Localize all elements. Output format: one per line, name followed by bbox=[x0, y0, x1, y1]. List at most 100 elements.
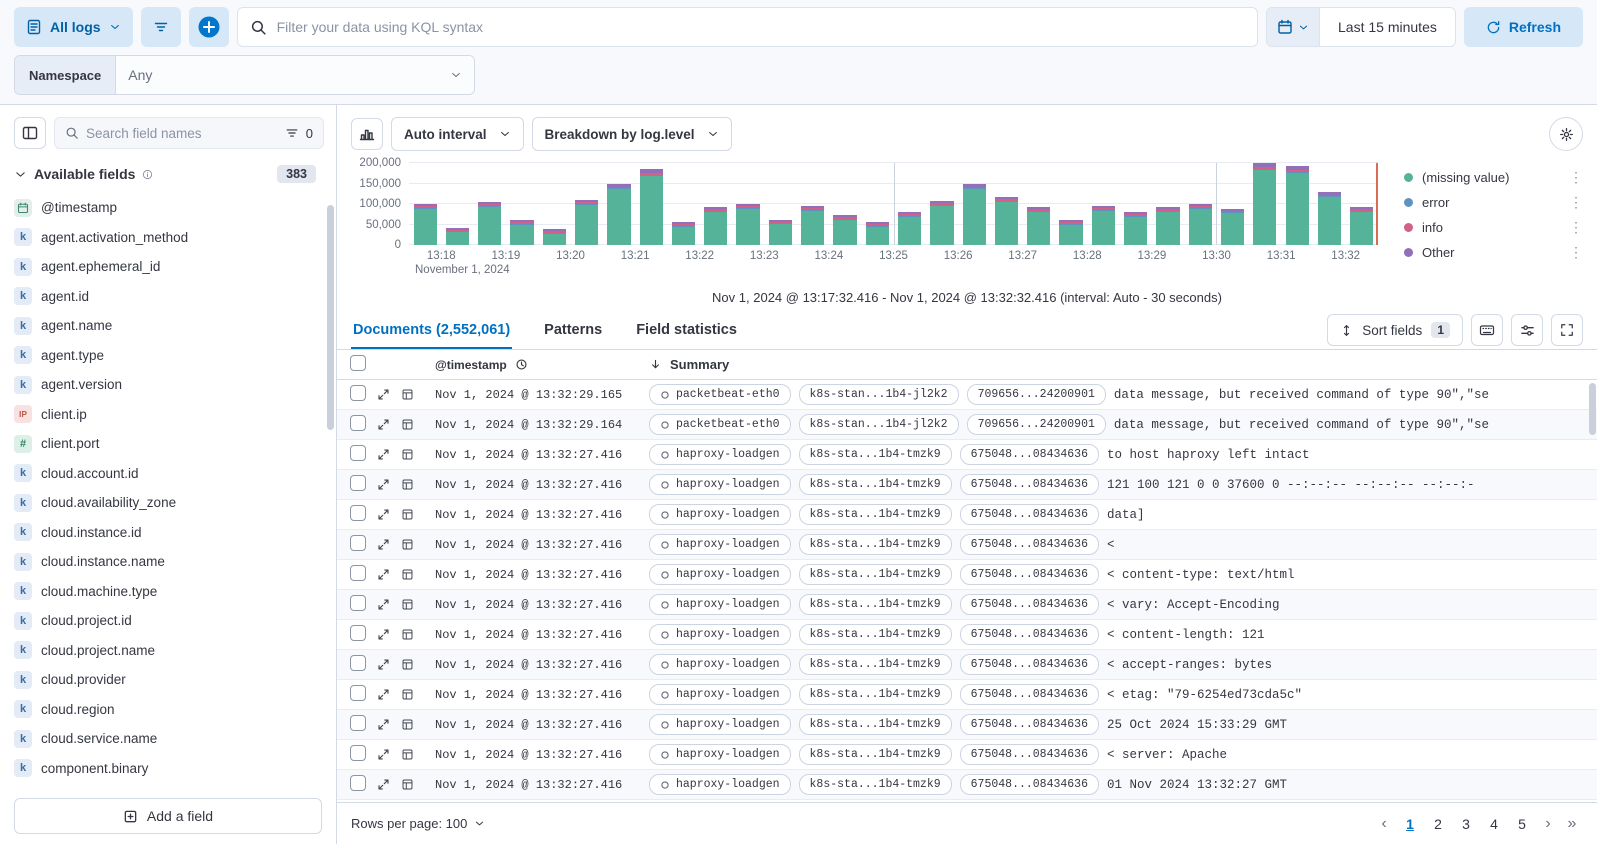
display-options-button[interactable] bbox=[1511, 314, 1543, 346]
summary-badge[interactable]: haproxy-loadgen bbox=[649, 744, 791, 765]
table-scrollbar[interactable] bbox=[1589, 383, 1596, 435]
summary-badge[interactable]: k8s-sta...1b4-tmzk9 bbox=[799, 474, 952, 495]
summary-badge[interactable]: k8s-sta...1b4-tmzk9 bbox=[799, 564, 952, 585]
row-checkbox[interactable] bbox=[350, 415, 366, 431]
tab-field-statistics[interactable]: Field statistics bbox=[634, 311, 739, 349]
legend-item-menu-icon[interactable]: ⋮ bbox=[1563, 165, 1589, 190]
summary-badge[interactable]: haproxy-loadgen bbox=[649, 444, 791, 465]
expand-row-icon[interactable] bbox=[377, 568, 390, 581]
histogram-bar[interactable] bbox=[1346, 163, 1378, 245]
histogram-bar[interactable] bbox=[700, 163, 732, 245]
field-item-component-binary[interactable]: kcomponent.binary bbox=[14, 754, 324, 784]
histogram-bar[interactable] bbox=[829, 163, 861, 245]
histogram-bar[interactable] bbox=[409, 163, 441, 245]
sort-descending-icon[interactable] bbox=[649, 358, 662, 371]
field-item-cloud-instance-id[interactable]: kcloud.instance.id bbox=[14, 518, 324, 548]
keyboard-shortcuts-button[interactable] bbox=[1471, 314, 1503, 346]
expand-row-icon[interactable] bbox=[377, 508, 390, 521]
field-item-agent-version[interactable]: kagent.version bbox=[14, 370, 324, 400]
legend-item-menu-icon[interactable]: ⋮ bbox=[1563, 215, 1589, 240]
histogram-bar[interactable] bbox=[1087, 163, 1119, 245]
view-document-icon[interactable] bbox=[401, 538, 414, 551]
summary-badge[interactable]: 709656...24200901 bbox=[967, 414, 1106, 435]
summary-badge[interactable]: k8s-sta...1b4-tmzk9 bbox=[799, 504, 952, 525]
field-item-cloud-project-name[interactable]: kcloud.project.name bbox=[14, 636, 324, 666]
field-filter-icon[interactable] bbox=[285, 126, 299, 140]
row-checkbox[interactable] bbox=[350, 385, 366, 401]
histogram-bar[interactable] bbox=[1184, 163, 1216, 245]
time-range-button[interactable]: Last 15 minutes bbox=[1320, 8, 1455, 46]
summary-badge[interactable]: k8s-sta...1b4-tmzk9 bbox=[799, 654, 952, 675]
field-item-client-ip[interactable]: IPclient.ip bbox=[14, 400, 324, 430]
summary-badge[interactable]: haproxy-loadgen bbox=[649, 594, 791, 615]
field-item-agent-type[interactable]: kagent.type bbox=[14, 341, 324, 371]
histogram-bar[interactable] bbox=[538, 163, 570, 245]
histogram-bar[interactable] bbox=[441, 163, 473, 245]
field-item-agent-id[interactable]: kagent.id bbox=[14, 282, 324, 312]
summary-badge[interactable]: k8s-sta...1b4-tmzk9 bbox=[799, 744, 952, 765]
histogram-bar[interactable] bbox=[603, 163, 635, 245]
field-item-agent-ephemeral-id[interactable]: kagent.ephemeral_id bbox=[14, 252, 324, 282]
refresh-button[interactable]: Refresh bbox=[1464, 7, 1583, 47]
view-document-icon[interactable] bbox=[401, 568, 414, 581]
summary-badge[interactable]: 675048...08434636 bbox=[960, 444, 1099, 465]
summary-badge[interactable]: 675048...08434636 bbox=[960, 774, 1099, 795]
histogram-bar[interactable] bbox=[506, 163, 538, 245]
field-item-cloud-machine-type[interactable]: kcloud.machine.type bbox=[14, 577, 324, 607]
row-checkbox[interactable] bbox=[350, 505, 366, 521]
histogram-bar[interactable] bbox=[1023, 163, 1055, 245]
expand-row-icon[interactable] bbox=[377, 538, 390, 551]
fullscreen-button[interactable] bbox=[1551, 314, 1583, 346]
summary-badge[interactable]: packetbeat-eth0 bbox=[649, 384, 791, 405]
summary-badge[interactable]: packetbeat-eth0 bbox=[649, 414, 791, 435]
histogram-bar[interactable] bbox=[474, 163, 506, 245]
summary-badge[interactable]: 675048...08434636 bbox=[960, 624, 1099, 645]
field-item-cloud-service-name[interactable]: kcloud.service.name bbox=[14, 724, 324, 754]
pagination-page-5[interactable]: 5 bbox=[1509, 812, 1535, 836]
summary-badge[interactable]: 675048...08434636 bbox=[960, 744, 1099, 765]
legend-item-error[interactable]: error bbox=[1404, 190, 1563, 215]
field-search-input[interactable] bbox=[86, 126, 278, 141]
tab-documents[interactable]: Documents (2,552,061) bbox=[351, 311, 512, 349]
summary-badge[interactable]: k8s-sta...1b4-tmzk9 bbox=[799, 594, 952, 615]
summary-badge[interactable]: haproxy-loadgen bbox=[649, 684, 791, 705]
row-checkbox[interactable] bbox=[350, 775, 366, 791]
histogram-bar[interactable] bbox=[635, 163, 667, 245]
tab-patterns[interactable]: Patterns bbox=[542, 311, 604, 349]
histogram-bar[interactable] bbox=[958, 163, 990, 245]
summary-badge[interactable]: k8s-sta...1b4-tmzk9 bbox=[799, 714, 952, 735]
row-checkbox[interactable] bbox=[350, 535, 366, 551]
field-search[interactable]: 0 bbox=[54, 117, 324, 149]
field-item-cloud-instance-name[interactable]: kcloud.instance.name bbox=[14, 547, 324, 577]
legend-item-missing-value[interactable]: (missing value) bbox=[1404, 165, 1563, 190]
pagination-previous-button[interactable]: ‹ bbox=[1373, 815, 1395, 833]
view-document-icon[interactable] bbox=[401, 748, 414, 761]
pagination-next-button[interactable]: › bbox=[1537, 815, 1559, 833]
field-item-cloud-account-id[interactable]: kcloud.account.id bbox=[14, 459, 324, 489]
summary-badge[interactable]: k8s-stan...1b4-jl2k2 bbox=[799, 414, 959, 435]
summary-badge[interactable]: 675048...08434636 bbox=[960, 474, 1099, 495]
summary-badge[interactable]: 675048...08434636 bbox=[960, 684, 1099, 705]
row-checkbox[interactable] bbox=[350, 595, 366, 611]
histogram-bar[interactable] bbox=[1216, 163, 1248, 245]
histogram-bar[interactable] bbox=[570, 163, 602, 245]
view-document-icon[interactable] bbox=[401, 628, 414, 641]
view-document-icon[interactable] bbox=[401, 718, 414, 731]
legend-item-menu-icon[interactable]: ⋮ bbox=[1563, 240, 1589, 265]
summary-badge[interactable]: 675048...08434636 bbox=[960, 504, 1099, 525]
summary-badge[interactable]: 709656...24200901 bbox=[967, 384, 1106, 405]
summary-badge[interactable]: 675048...08434636 bbox=[960, 654, 1099, 675]
row-checkbox[interactable] bbox=[350, 745, 366, 761]
summary-badge[interactable]: haproxy-loadgen bbox=[649, 474, 791, 495]
view-document-icon[interactable] bbox=[401, 418, 414, 431]
histogram-bar[interactable] bbox=[732, 163, 764, 245]
add-filter-button[interactable] bbox=[189, 7, 229, 47]
row-checkbox[interactable] bbox=[350, 625, 366, 641]
legend-item-other[interactable]: Other bbox=[1404, 240, 1563, 265]
legend-item-menu-icon[interactable]: ⋮ bbox=[1563, 190, 1589, 215]
expand-row-icon[interactable] bbox=[377, 388, 390, 401]
logs-selector-button[interactable]: All logs bbox=[14, 7, 133, 47]
chevron-down-icon[interactable] bbox=[14, 168, 27, 181]
summary-badge[interactable]: haproxy-loadgen bbox=[649, 564, 791, 585]
field-item--timestamp[interactable]: @timestamp bbox=[14, 193, 324, 223]
